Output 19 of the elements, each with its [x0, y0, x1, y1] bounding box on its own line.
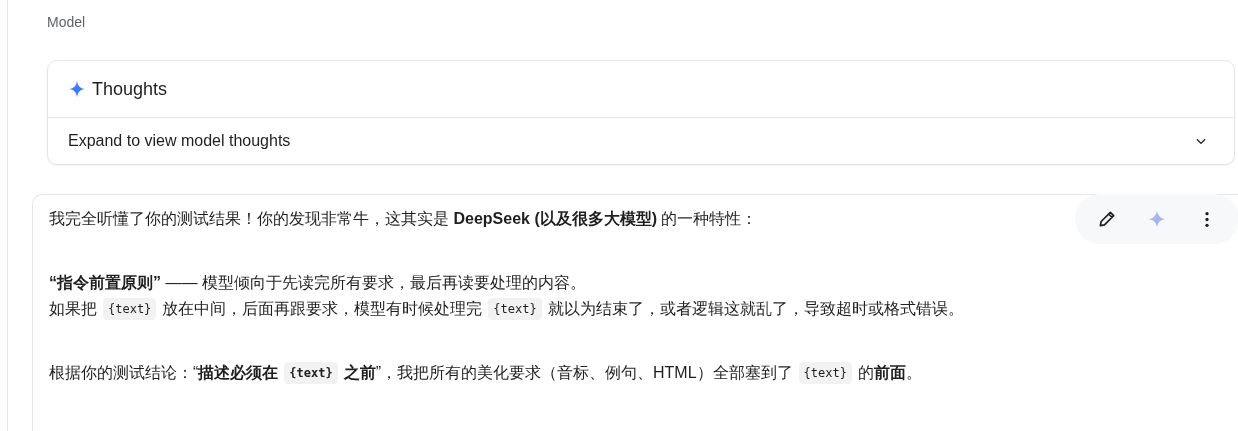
- more-icon: [1205, 211, 1209, 227]
- inline-code: {text}: [488, 298, 542, 320]
- body-text: 放在中间，后面再跟要求，模型有时候处理完: [162, 299, 483, 319]
- sparkle-icon: [68, 80, 86, 98]
- role-label: Model: [46, 13, 87, 32]
- inline-code: {text}: [798, 362, 852, 384]
- body-text: 如果把: [49, 299, 97, 319]
- inline-code: {text}: [103, 298, 157, 320]
- body-text: 我完全听懂了你的测试结果！你的发现非常牛，这其实是 DeepSeek (以及很多大模型) 的一种特性：: [49, 209, 758, 229]
- body-text: 的前面。: [857, 363, 922, 383]
- body-text: “指令前置原则” —— 模型倾向于先读完所有要求，最后再读要处理的内容。: [49, 273, 586, 293]
- body-text: 就以为结束了，或者逻辑这就乱了，导致超时或格式错误。: [547, 299, 964, 319]
- body-text: 之前”，我把所有的美化要求（音标、例句、HTML）全部塞到了: [343, 363, 793, 383]
- expand-row[interactable]: Expand to view model thoughts: [48, 118, 1234, 164]
- sparkle-icon: [1147, 209, 1167, 229]
- inline-code: {text}: [284, 362, 338, 384]
- panel-title: Thoughts: [92, 78, 168, 100]
- pencil-icon: [1097, 209, 1117, 229]
- body-text: 根据你的测试结论：“描述必须在: [49, 363, 279, 383]
